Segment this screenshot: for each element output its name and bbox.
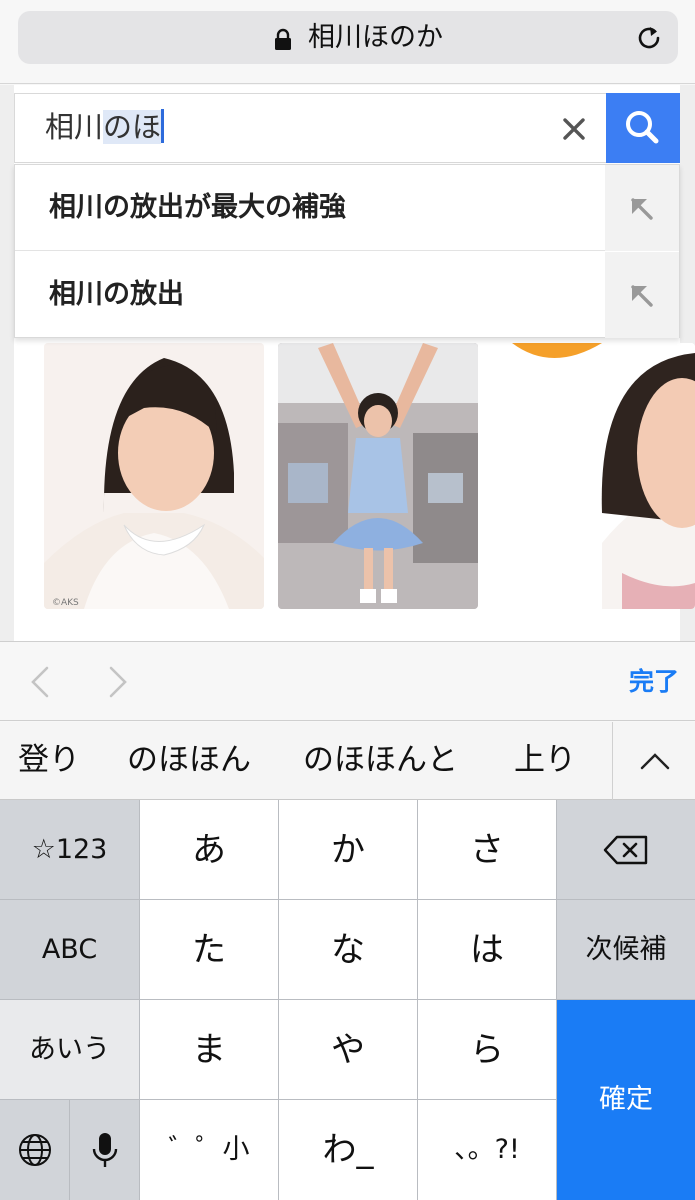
kana-a-key[interactable]: あ: [140, 800, 278, 899]
key-label: ☆123: [31, 833, 108, 865]
key-label: た: [192, 929, 226, 970]
key-label: さ: [470, 829, 504, 870]
arrow-up-left-icon: [631, 198, 653, 220]
search-input-text: 相川: [45, 110, 104, 144]
abc-key[interactable]: ABC: [0, 900, 139, 999]
key-label: 確定: [599, 1084, 653, 1115]
keyboard-toolbar: 完了: [0, 641, 695, 721]
clear-icon[interactable]: [559, 114, 589, 144]
suggestion-list: 相川の放出が最大の補強 相川の放出: [14, 164, 680, 338]
kana-ma-key[interactable]: ま: [140, 1000, 278, 1099]
suggestion-item[interactable]: 相川の放出が最大の補強: [15, 165, 679, 251]
kana-ra-key[interactable]: ら: [418, 1000, 556, 1099]
fill-query-button[interactable]: [605, 252, 679, 338]
key-label: 、。?!: [454, 1134, 520, 1165]
result-image-1[interactable]: ©AKS: [44, 343, 264, 609]
key-label: や: [331, 1029, 365, 1070]
dakuten-key[interactable]: ゛゜小: [140, 1100, 278, 1200]
suggestion-item[interactable]: 相川の放出: [15, 252, 679, 338]
confirm-key[interactable]: 確定: [557, 1000, 695, 1200]
key-label: ゛゜小: [168, 1134, 250, 1165]
kana-mode-key[interactable]: あいう: [0, 1000, 139, 1099]
globe-icon: [18, 1134, 51, 1166]
search-icon: [626, 111, 659, 144]
key-label: あいう: [29, 1033, 110, 1065]
backspace-key[interactable]: [557, 800, 695, 899]
chevron-left-icon[interactable]: [28, 665, 52, 699]
url-field[interactable]: 相川ほのか: [18, 11, 678, 64]
result-image-2[interactable]: [278, 343, 478, 609]
candidate-bar: 登り のほほん のほほんと 上り: [0, 722, 695, 800]
arrow-up-left-icon: [631, 285, 653, 307]
suggestion-text: 相川の放出が最大の補強: [49, 192, 346, 223]
search-input[interactable]: 相川のほ: [45, 109, 165, 145]
done-button[interactable]: 完了: [629, 666, 679, 698]
kana-ya-key[interactable]: や: [279, 1000, 417, 1099]
fill-query-button[interactable]: [605, 165, 679, 251]
chevron-right-icon[interactable]: [106, 665, 130, 699]
page-title: 相川ほのか: [308, 22, 443, 53]
watermark-text: ©AKS: [52, 598, 79, 608]
search-input-marked-text: のほ: [103, 110, 162, 144]
kana-sa-key[interactable]: さ: [418, 800, 556, 899]
stage-photo: [278, 343, 478, 609]
chevron-up-icon: [640, 753, 670, 770]
search-box[interactable]: 相川のほ: [14, 93, 680, 163]
key-label: あ: [192, 829, 226, 870]
microphone-icon: [92, 1133, 117, 1167]
suggestion-text: 相川の放出: [49, 279, 184, 310]
keyboard: ☆123 あ か さ ABC た な は 次候補 あいう ま や ら 確定 ゛゜…: [0, 800, 695, 1200]
key-label: か: [331, 829, 365, 870]
result-image-3[interactable]: [492, 343, 695, 609]
kana-wa-key[interactable]: わ_: [279, 1100, 417, 1200]
expand-candidates-button[interactable]: [612, 722, 695, 800]
key-label: わ_: [322, 1130, 374, 1170]
key-label: ABC: [41, 933, 98, 965]
address-bar: 相川ほのか: [0, 0, 695, 84]
text-caret: [161, 109, 165, 143]
candidate-item[interactable]: のほほんと: [303, 740, 458, 780]
key-label: な: [331, 929, 365, 970]
kana-ha-key[interactable]: は: [418, 900, 556, 999]
globe-key[interactable]: [0, 1100, 69, 1200]
backspace-icon: [603, 835, 648, 864]
kana-ka-key[interactable]: か: [279, 800, 417, 899]
candidate-item[interactable]: 登り: [18, 740, 80, 780]
reload-icon[interactable]: [634, 23, 664, 53]
punctuation-key[interactable]: 、。?!: [418, 1100, 556, 1200]
portrait-image-cropped: [492, 343, 695, 609]
candidate-item[interactable]: 上り: [514, 740, 576, 780]
candidate-item[interactable]: のほほん: [127, 740, 251, 780]
key-label: は: [470, 929, 504, 970]
lock-icon: [275, 28, 291, 50]
key-label: 次候補: [585, 933, 667, 965]
portrait-image: ©AKS: [44, 343, 264, 609]
symbols-key[interactable]: ☆123: [0, 800, 139, 899]
next-candidate-key[interactable]: 次候補: [557, 900, 695, 999]
key-label: ら: [470, 1029, 504, 1070]
kana-na-key[interactable]: な: [279, 900, 417, 999]
microphone-key[interactable]: [70, 1100, 139, 1200]
search-button[interactable]: [606, 93, 680, 163]
kana-ta-key[interactable]: た: [140, 900, 278, 999]
key-label: ま: [192, 1029, 226, 1070]
